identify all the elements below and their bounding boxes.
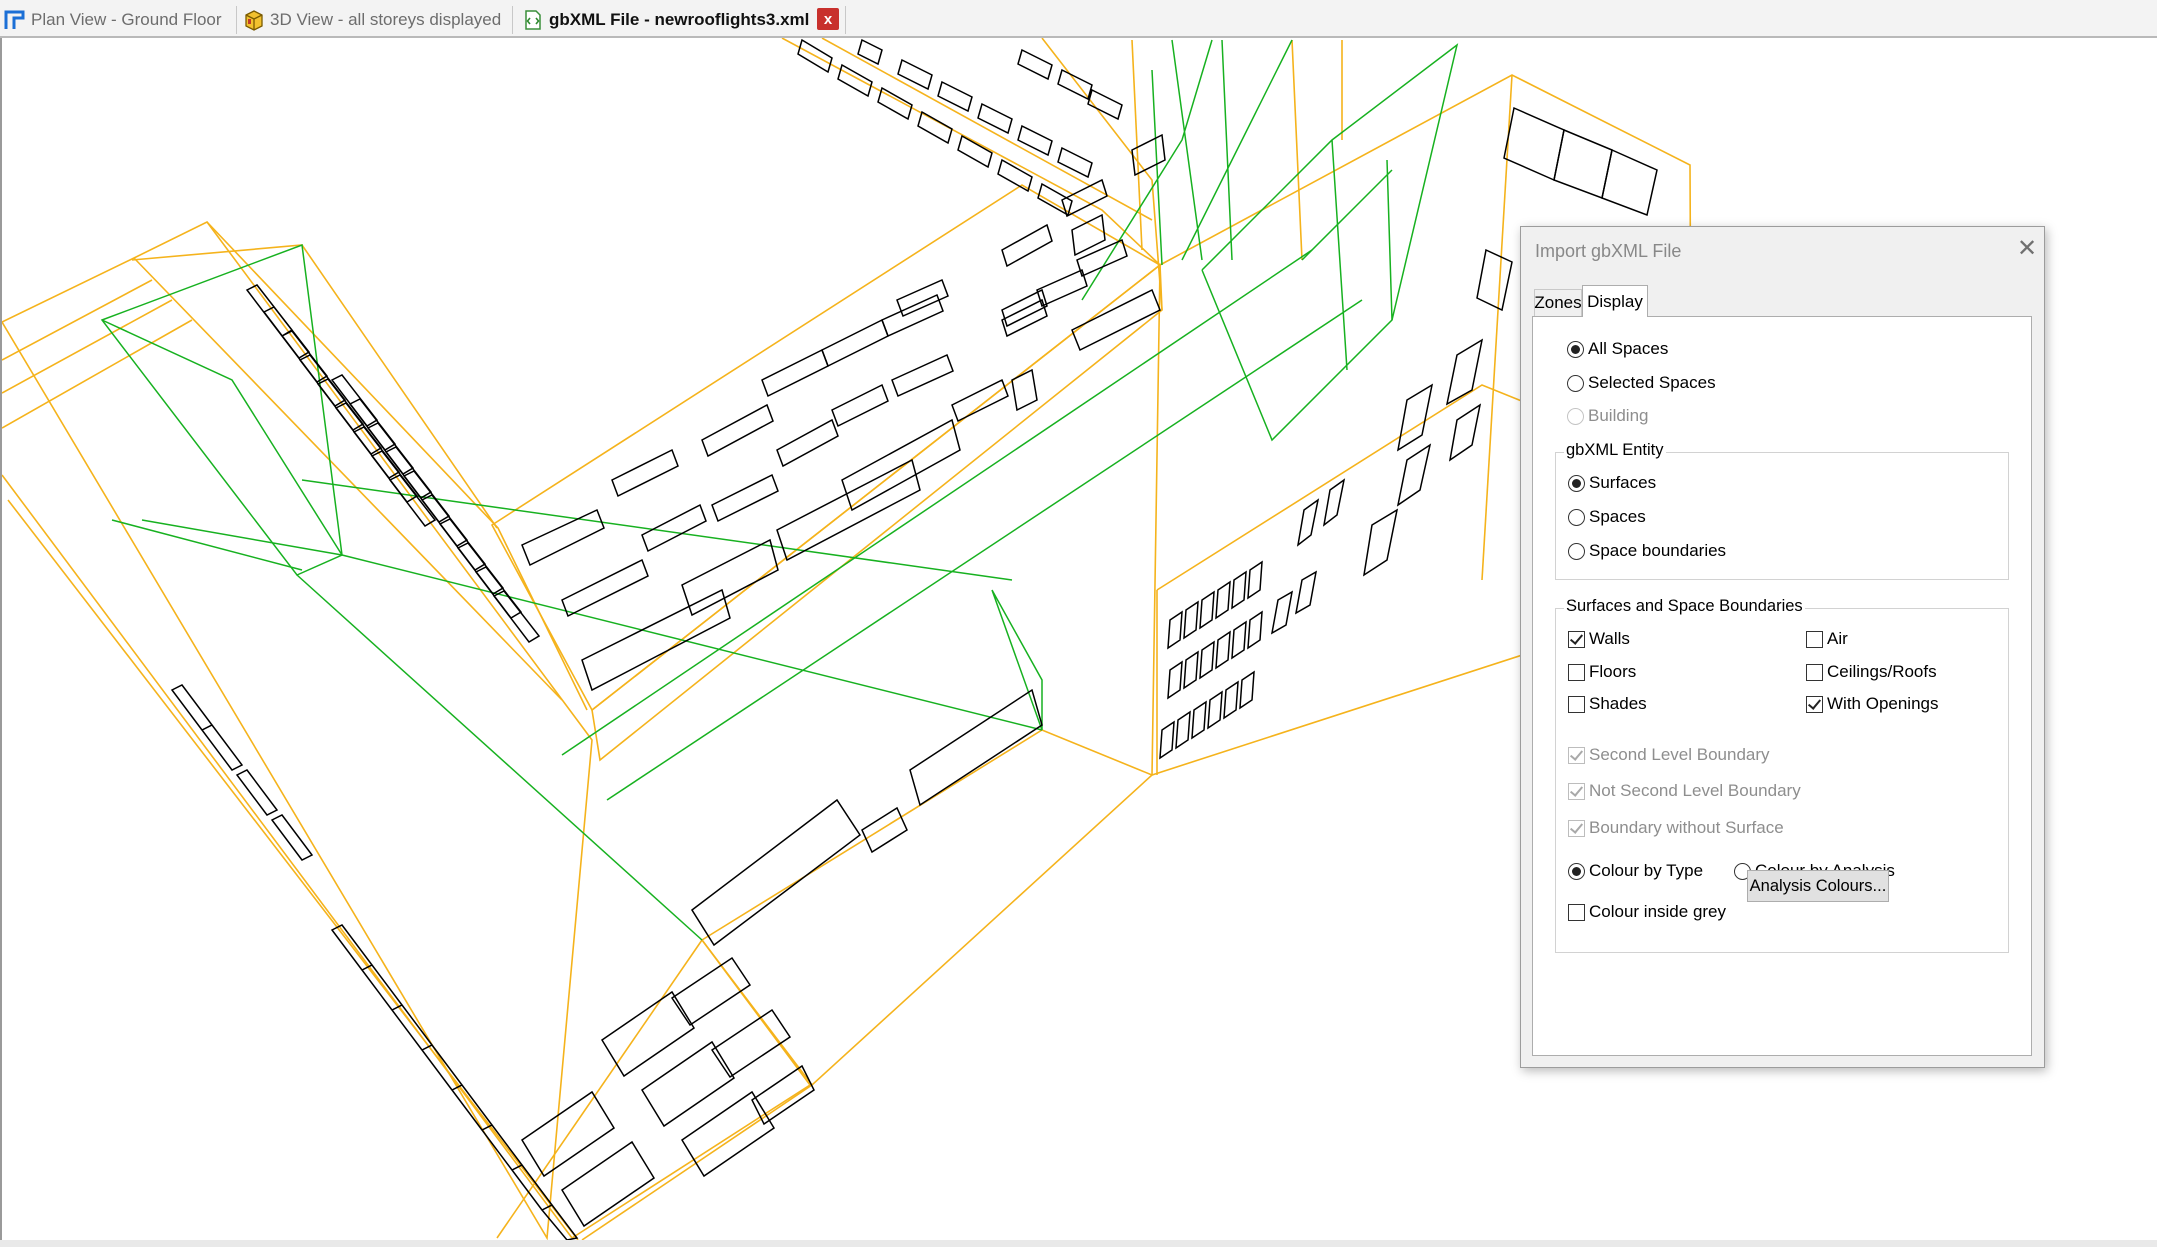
checkbox-label: Colour inside grey [1589,902,1727,921]
checkbox-label: Shades [1589,694,1647,713]
radio-icon [1567,374,1584,392]
spaces-radio[interactable]: Spaces [1568,507,1646,527]
second-level-boundary-checkbox: Second Level Boundary [1568,745,1770,765]
radio-icon [1568,542,1585,560]
building-surface-outlines [2,38,1693,1240]
space-boundaries-radio[interactable]: Space boundaries [1568,541,1726,561]
checkbox-icon [1806,695,1823,713]
checkbox-icon [1568,819,1585,837]
radio-icon [1568,474,1585,492]
checkbox-label: Air [1827,629,1848,648]
ceilings-roofs-checkbox[interactable]: Ceilings/Roofs [1806,662,1937,682]
colour-by-type-radio[interactable]: Colour by Type [1568,861,1703,881]
checkbox-icon [1568,695,1585,713]
tab-display[interactable]: Display [1582,285,1648,317]
not-second-level-boundary-checkbox: Not Second Level Boundary [1568,781,1801,801]
tab-label: gbXML File - newrooflights3.xml [549,10,810,29]
tab-divider [236,6,237,34]
tab-label: 3D View - all storeys displayed [270,10,502,29]
plan-view-icon [4,10,25,29]
document-tab-bar: Plan View - Ground Floor 3D View - all s… [0,0,2157,38]
checkbox-label: With Openings [1827,694,1939,713]
tab-gbxml-file[interactable]: gbXML File - newrooflights3.xml [522,4,809,36]
radio-label: All Spaces [1588,339,1669,358]
tab-zones[interactable]: Zones [1534,289,1582,316]
opening-outlines [170,38,1658,1240]
boundary-without-surface-checkbox: Boundary without Surface [1568,818,1784,838]
checkbox-icon [1568,663,1585,681]
status-strip [0,1240,2157,1247]
with-openings-checkbox[interactable]: With Openings [1806,694,1939,714]
all-spaces-radio[interactable]: All Spaces [1567,339,1668,359]
radio-label: Colour by Type [1589,861,1704,880]
checkbox-icon [1568,782,1585,800]
tab-divider [845,6,846,34]
radio-icon [1567,407,1584,425]
checkbox-icon [1568,903,1585,921]
checkbox-icon [1568,746,1585,764]
selected-spaces-radio[interactable]: Selected Spaces [1567,373,1716,393]
checkbox-label: Second Level Boundary [1589,745,1770,764]
checkbox-label: Not Second Level Boundary [1589,781,1801,800]
checkbox-icon [1806,663,1823,681]
air-checkbox[interactable]: Air [1806,629,1848,649]
radio-label: Selected Spaces [1588,373,1716,392]
analysis-colours-button[interactable]: Analysis Colours... [1747,870,1889,902]
checkbox-label: Boundary without Surface [1589,818,1784,837]
checkbox-label: Floors [1589,662,1637,681]
floors-checkbox[interactable]: Floors [1568,662,1636,682]
colour-inside-grey-checkbox[interactable]: Colour inside grey [1568,902,1726,922]
walls-checkbox[interactable]: Walls [1568,629,1630,649]
radio-icon [1568,862,1585,880]
dialog-close-icon[interactable]: ✕ [2017,237,2037,261]
dialog-title: Import gbXML File [1535,241,1682,261]
close-tab-button[interactable]: x [817,8,839,30]
radio-icon [1567,340,1584,358]
radio-icon [1568,508,1585,526]
checkbox-label: Walls [1589,629,1630,648]
radio-label: Surfaces [1589,473,1657,492]
shades-checkbox[interactable]: Shades [1568,694,1647,714]
tab-plan-view[interactable]: Plan View - Ground Floor [4,4,222,36]
checkbox-icon [1568,630,1585,648]
surfaces-radio[interactable]: Surfaces [1568,473,1656,493]
xml-file-icon [525,10,541,30]
tab-divider [512,6,513,34]
building-radio: Building [1567,406,1649,426]
checkbox-label: Ceilings/Roofs [1827,662,1937,681]
gbxml-entity-group: gbXML Entity Surfaces Spaces Space bound… [1555,441,2009,580]
tab-label: Plan View - Ground Floor [31,10,222,29]
import-gbxml-dialog: Import gbXML File ✕ Zones Display All Sp… [1520,226,2045,1068]
group-title: gbXML Entity [1564,441,1666,460]
checkbox-icon [1806,630,1823,648]
space-outlines [100,39,1459,941]
display-tab-panel: All Spaces Selected Spaces Building gbXM… [1532,316,2032,1056]
group-title: Surfaces and Space Boundaries [1564,597,1805,616]
radio-label: Building [1588,406,1649,425]
3d-view-icon [245,10,263,31]
radio-label: Space boundaries [1589,541,1727,560]
tab-3d-view[interactable]: 3D View - all storeys displayed [243,4,501,36]
radio-label: Spaces [1589,507,1646,526]
close-icon: x [823,10,833,28]
